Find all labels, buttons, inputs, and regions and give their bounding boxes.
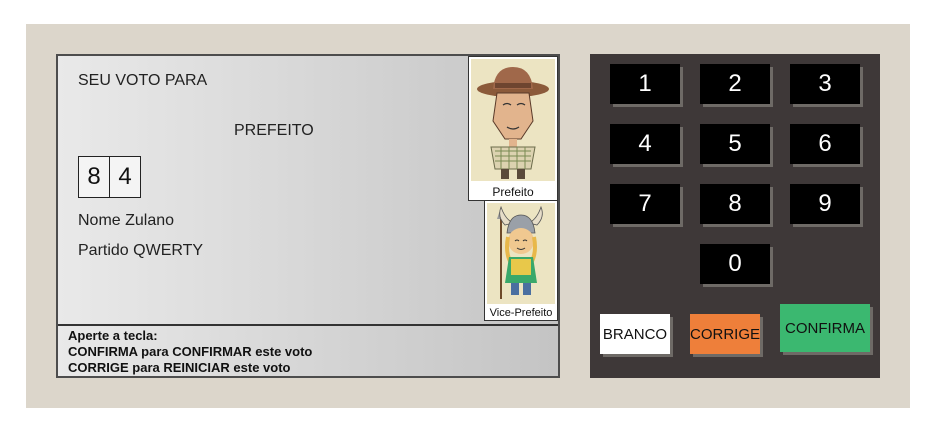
key-5[interactable]: 5 [700, 124, 770, 164]
key-8[interactable]: 8 [700, 184, 770, 224]
ballot-screen: SEU VOTO PARA PREFEITO 8 4 Nome Zulano P… [56, 54, 560, 378]
number-digit-2: 4 [110, 156, 141, 198]
instructions-line-3: CORRIGE para REINICIAR este voto [68, 360, 291, 375]
key-7[interactable]: 7 [610, 184, 680, 224]
vote-for-label: SEU VOTO PARA [78, 72, 208, 89]
correct-button[interactable]: CORRIGE [690, 314, 760, 354]
office-label: PREFEITO [234, 122, 314, 139]
key-2[interactable]: 2 [700, 64, 770, 104]
viking-candidate-image [487, 203, 555, 304]
blank-vote-button[interactable]: BRANCO [600, 314, 670, 354]
key-4[interactable]: 4 [610, 124, 680, 164]
key-9[interactable]: 9 [790, 184, 860, 224]
key-1[interactable]: 1 [610, 64, 680, 104]
cowboy-candidate-image [471, 59, 555, 181]
instructions-panel: Aperte a tecla: CONFIRMA para CONFIRMAR … [58, 324, 558, 376]
mayor-photo: Prefeito [468, 56, 558, 201]
key-3[interactable]: 3 [790, 64, 860, 104]
instructions-line-1: Aperte a tecla: [68, 328, 158, 343]
number-digit-1: 8 [78, 156, 110, 198]
voting-machine: SEU VOTO PARA PREFEITO 8 4 Nome Zulano P… [26, 24, 910, 408]
candidate-party: Partido QWERTY [78, 242, 204, 259]
confirm-button[interactable]: CONFIRMA [780, 304, 870, 352]
candidate-name: Nome Zulano [78, 212, 175, 229]
instructions-line-2: CONFIRMA para CONFIRMAR este voto [68, 344, 313, 359]
candidate-number: 8 4 [78, 156, 141, 198]
keypad: 1 2 3 4 5 6 7 8 9 0 BRANCO CORRIGE CONFI… [590, 54, 880, 378]
key-0[interactable]: 0 [700, 244, 770, 284]
vice-mayor-photo: Vice-Prefeito [484, 200, 558, 321]
mayor-photo-caption: Prefeito [469, 185, 557, 199]
vice-mayor-photo-caption: Vice-Prefeito [485, 307, 557, 319]
key-6[interactable]: 6 [790, 124, 860, 164]
ballot-screen-main: SEU VOTO PARA PREFEITO 8 4 Nome Zulano P… [58, 56, 558, 324]
